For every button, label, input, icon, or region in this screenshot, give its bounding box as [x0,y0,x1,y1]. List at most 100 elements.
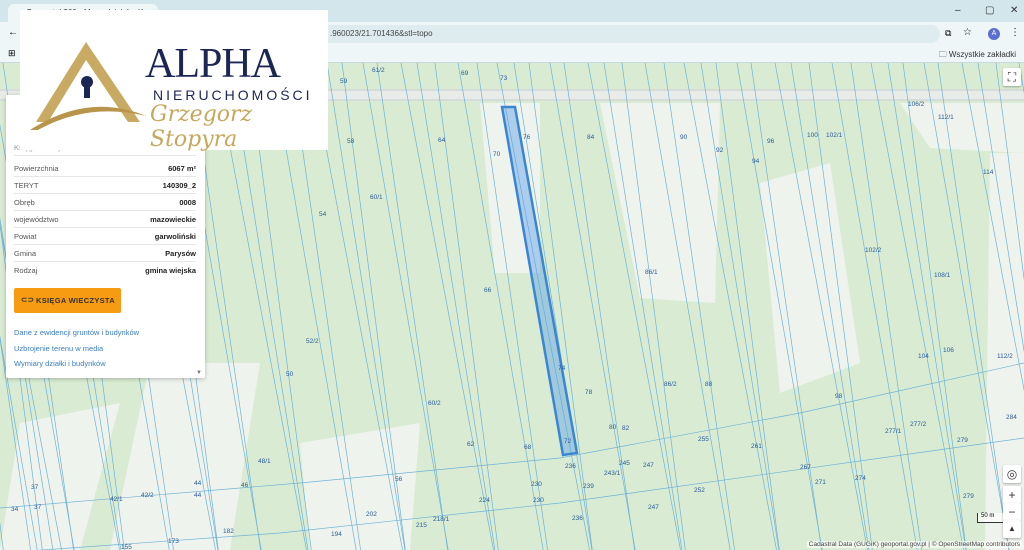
parcel-label: 59 [340,78,348,85]
menu-icon[interactable]: ⋮ [1010,27,1020,38]
parcel-label: 82 [622,425,630,432]
parcel-label: 106/2 [908,101,925,108]
parcel-label: 173 [168,538,179,545]
parcel-label: 86/1 [645,269,658,276]
parcel-label: 155 [121,544,132,550]
parcel-label: 102/1 [826,132,843,139]
parcel-label: 37 [31,484,39,491]
parcel-label: 224 [479,497,490,504]
logo-subtitle: NIERUCHOMOŚCI [153,87,313,103]
parcel-label: 279 [963,493,974,500]
info-label: Obręb [14,198,35,207]
parcel-label: 247 [643,462,654,469]
parcel-label: 62 [467,441,475,448]
info-row-obreb: Obręb 0008 [14,195,196,211]
logo-triangle-keyhole-icon [30,42,146,130]
locate-button[interactable]: ◎ [1003,465,1021,483]
parcel-label: 44 [194,492,202,499]
parcel-label: 230 [531,481,542,488]
parcel-label: 70 [493,151,501,158]
parcel-label: 236 [572,515,583,522]
info-value: garwoliński [154,232,196,241]
back-icon[interactable]: ← [8,27,18,38]
info-value: 140309_2 [162,181,196,190]
info-label: Rodzaj [14,266,38,275]
parcel-label: 112/1 [938,114,954,121]
link-utilities[interactable]: Uzbrojenie terenu w media [14,344,103,353]
parcel-label: 182 [223,528,234,535]
all-bookmarks-label: Wszystkie zakładki [948,50,1016,59]
parcel-label: 98 [835,393,843,400]
parcel-label: 73 [500,75,508,82]
maximize-button[interactable]: ▢ [985,5,994,16]
parcel-label: 245 [619,460,630,467]
apps-icon[interactable]: ⊞ [8,48,16,59]
parcel-label: 94 [752,158,760,165]
parcel-label: 239 [583,483,594,490]
link-land-records[interactable]: Dane z ewidencji gruntów i budynków [14,328,139,337]
parcel-label: 202 [366,511,377,518]
north-button[interactable]: ▲ [1003,520,1021,538]
info-value: 6067 m² [168,164,196,173]
land-registry-button[interactable]: ⊂⊃ KSIĘGA WIECZYSTA [14,288,121,313]
scroll-down-icon[interactable]: ▼ [196,370,202,376]
info-value: Parysów [165,249,196,258]
parcel-label: 96 [767,138,775,145]
parcel-label: 60/1 [370,194,383,201]
parcel-boundary [700,63,780,550]
parcel-label: 255 [698,436,709,443]
land-registry-label: KSIĘGA WIECZYSTA [36,296,115,305]
parcel-label: 84 [587,134,595,141]
star-icon[interactable]: ☆ [963,27,972,38]
parcel-label: 194 [331,531,342,538]
info-label: województwo [14,215,59,224]
fullscreen-button[interactable]: ⛶ [1003,68,1021,86]
parcel-label: 92 [716,147,724,154]
info-value: mazowieckie [150,215,196,224]
parcel-label: 261 [751,443,762,450]
parcel-label: 50 [286,371,294,378]
link-dimensions[interactable]: Wymiary działki i budynków [14,359,106,368]
parcel-label: 48/1 [258,458,271,465]
parcel-label: 252 [694,487,705,494]
info-row-gmina: Gmina Parysów [14,246,196,262]
open-land-area [0,403,120,550]
parcel-label: 106 [943,347,954,354]
parcel-label: 100 [807,132,818,139]
parcel-label: 80 [609,424,617,431]
parcel-label: 42/2 [141,492,154,499]
zoom-in-button[interactable]: + [1003,486,1021,504]
parcel-label: 112/2 [997,353,1013,360]
minimize-button[interactable]: – [955,5,961,16]
open-land-area [900,103,1024,153]
parcel-label: 277/2 [910,421,927,428]
cast-icon[interactable]: ⧉ [945,28,951,39]
map-attribution: Cadastral Data (GUGiK) geoportal.gov.pl … [806,541,1022,548]
logo-overlay: ALPHA NIERUCHOMOŚCI Grzegorz Stopyra [20,10,328,152]
folder-icon: 🗀 [938,50,949,59]
profile-avatar[interactable]: A [988,28,1000,40]
parcel-label: 102/2 [865,247,882,254]
parcel-boundary [683,63,777,550]
zoom-out-button[interactable]: − [1003,503,1021,521]
logo-brand: ALPHA [145,41,281,87]
parcel-label: 46 [241,482,249,489]
parcel-label: 74 [558,365,566,372]
info-row-teryt: TERYT 140309_2 [14,178,196,194]
parcel-label: 56 [395,476,403,483]
close-button[interactable]: ✕ [1010,5,1018,16]
parcel-label: 108/1 [934,272,951,279]
info-row-wojewodztwo: województwo mazowieckie [14,212,196,228]
all-bookmarks[interactable]: 🗀 Wszystkie zakładki [939,49,1016,63]
parcel-label: 78 [585,389,593,396]
parcel-label: 279 [957,437,968,444]
parcel-label: 271 [815,479,826,486]
parcel-label: 66 [484,287,492,294]
parcel-label: 104 [918,353,929,360]
parcel-label: 247 [648,504,659,511]
open-land-area [600,103,720,303]
parcel-label: 37 [34,504,42,511]
info-label: TERYT [14,181,39,190]
parcel-label: 114 [983,169,994,176]
parcel-label: 90 [680,134,688,141]
